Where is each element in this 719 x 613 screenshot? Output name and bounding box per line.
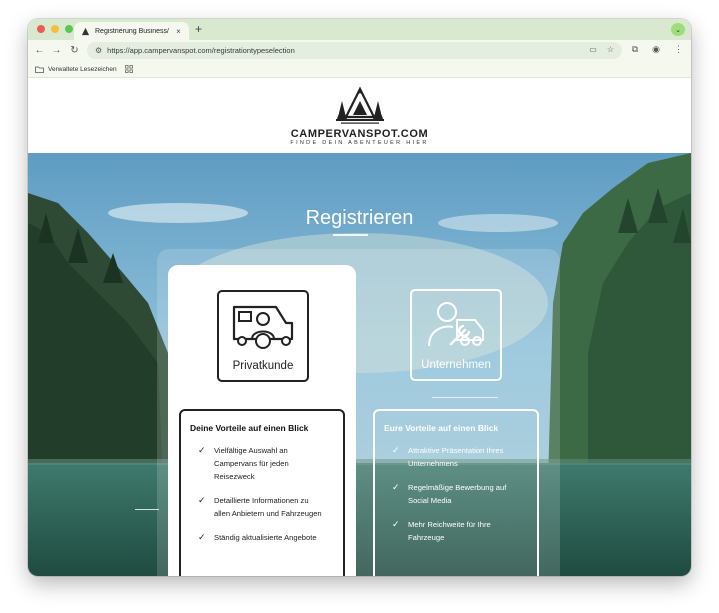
address-bar[interactable]: ⚙ https://app.campervanspot.com/registra… xyxy=(87,42,622,59)
check-icon: ✓ xyxy=(198,445,206,455)
page-title: Registrieren xyxy=(305,207,414,229)
campervan-favicon-icon xyxy=(80,26,90,36)
tab-strip: Registrierung Business/Privat × + ⌄ xyxy=(28,19,691,40)
bookmarks-bar: Verwaltete Lesezeichen xyxy=(28,61,691,78)
folder-icon xyxy=(35,66,44,73)
minimize-window-button[interactable] xyxy=(51,25,59,33)
extensions-icon[interactable]: ⧉ xyxy=(632,44,638,55)
bookmark-managed[interactable]: Verwaltete Lesezeichen xyxy=(35,66,117,73)
campervan-driver-icon xyxy=(232,305,294,349)
check-icon: ✓ xyxy=(392,482,400,492)
list-item: ✓ Mehr Reichweite für Ihre Fahrzeuge xyxy=(384,518,528,544)
check-icon: ✓ xyxy=(392,445,400,455)
tab-title: Registrierung Business/Privat xyxy=(95,27,169,35)
tab-search-button[interactable]: ⌄ xyxy=(671,23,685,36)
close-window-button[interactable] xyxy=(37,25,45,33)
window-controls xyxy=(37,25,73,33)
business-label: Unternehmen xyxy=(421,359,491,371)
decorative-line xyxy=(135,509,159,510)
site-settings-icon[interactable]: ⚙ xyxy=(95,46,102,55)
list-item: ✓ Regelmäßige Bewerbung auf Social Media xyxy=(384,481,528,507)
business-benefits-box: Eure Vorteile auf einen Blick ✓ Attrakti… xyxy=(373,409,539,576)
list-item: ✓ Vielfältige Auswahl an Campervans für … xyxy=(190,444,334,483)
back-icon[interactable]: ← xyxy=(33,44,46,57)
profile-icon[interactable]: ◉ xyxy=(652,44,660,55)
benefit-text: Mehr Reichweite für Ihre Fahrzeuge xyxy=(408,520,491,542)
menu-kebab-icon[interactable]: ⋮ xyxy=(674,44,683,55)
private-customer-button[interactable]: Privatkunde xyxy=(217,290,309,382)
site-header: CAMPERVANSPOT.COM FINDE DEIN ABENTEUER H… xyxy=(28,79,691,153)
benefit-text: Vielfältige Auswahl an Campervans für je… xyxy=(214,446,289,481)
check-icon: ✓ xyxy=(198,532,206,542)
tab-close-icon[interactable]: × xyxy=(174,27,183,36)
private-customer-card[interactable]: Privatkunde Deine Vorteile auf einen Bli… xyxy=(168,265,356,576)
install-app-icon[interactable]: ▭ xyxy=(589,45,597,54)
business-benefits-title: Eure Vorteile auf einen Blick xyxy=(384,423,499,433)
business-button[interactable]: Unternehmen xyxy=(410,289,502,381)
bookmark-star-icon[interactable]: ☆ xyxy=(607,45,614,54)
reload-icon[interactable]: ↻ xyxy=(68,44,81,57)
card-divider xyxy=(432,397,498,398)
bookmark-label: Verwaltete Lesezeichen xyxy=(48,65,117,73)
mechanic-van-icon xyxy=(428,302,484,347)
browser-window: Registrierung Business/Privat × + ⌄ ← → … xyxy=(28,19,691,576)
list-item: ✓ Attraktive Präsentation Ihres Unterneh… xyxy=(384,444,528,470)
browser-toolbar: ← → ↻ ⚙ https://app.campervanspot.com/re… xyxy=(28,40,691,61)
benefit-text: Attraktive Präsentation Ihres Unternehme… xyxy=(408,446,504,468)
address-url[interactable]: https://app.campervanspot.com/registrati… xyxy=(107,46,295,55)
check-icon: ✓ xyxy=(392,519,400,529)
brand-tagline: FINDE DEIN ABENTEUER HIER xyxy=(290,140,429,146)
brand-name: CAMPERVANSPOT.COM xyxy=(290,128,429,140)
apps-grid-icon[interactable] xyxy=(124,65,133,73)
campervanspot-logo[interactable] xyxy=(333,85,387,125)
list-item: ✓ Ständig aktualisierte Angebote xyxy=(190,531,334,544)
business-card[interactable]: Unternehmen Eure Vorteile auf einen Blic… xyxy=(364,265,552,576)
check-icon: ✓ xyxy=(198,495,206,505)
list-item: ✓ Detaillierte Informationen zu allen An… xyxy=(190,494,334,520)
private-benefits-title: Deine Vorteile auf einen Blick xyxy=(190,423,309,433)
hero-section: Registrieren Privatkunde Deine Vorteile … xyxy=(28,153,691,576)
private-customer-label: Privatkunde xyxy=(232,360,294,372)
benefit-text: Detaillierte Informationen zu allen Anbi… xyxy=(214,496,322,518)
web-page: CAMPERVANSPOT.COM FINDE DEIN ABENTEUER H… xyxy=(28,79,691,576)
benefit-text: Regelmäßige Bewerbung auf Social Media xyxy=(408,483,507,505)
benefit-text: Ständig aktualisierte Angebote xyxy=(214,533,317,542)
new-tab-button[interactable]: + xyxy=(195,22,202,36)
tab-active[interactable]: Registrierung Business/Privat × xyxy=(74,22,189,40)
maximize-window-button[interactable] xyxy=(65,25,73,33)
title-underline xyxy=(333,234,368,236)
forward-icon[interactable]: → xyxy=(50,44,63,57)
private-benefits-box: Deine Vorteile auf einen Blick ✓ Vielfäl… xyxy=(179,409,345,576)
